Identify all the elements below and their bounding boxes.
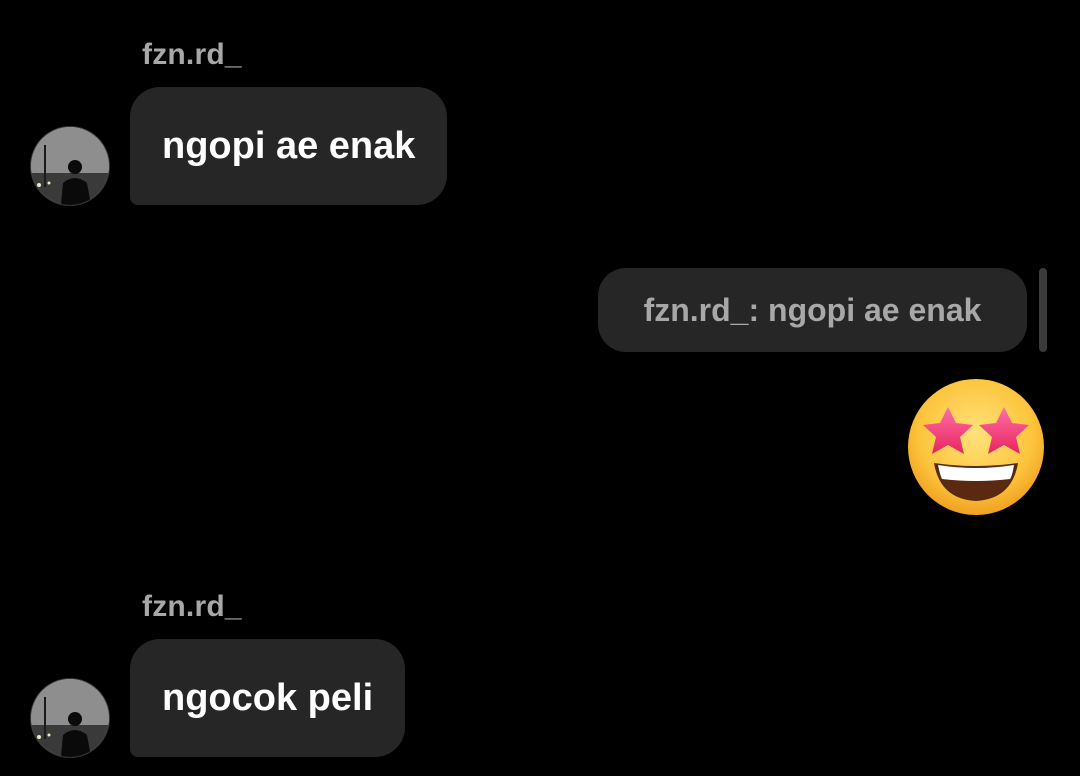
reply-indicator-bar — [1039, 268, 1047, 352]
sender-name: fzn.rd_ — [142, 590, 242, 623]
avatar-silhouette-icon — [31, 127, 109, 205]
message-bubble[interactable]: ngocok peli — [130, 639, 406, 757]
message-bubble[interactable]: ngopi ae enak — [130, 87, 448, 205]
avatar[interactable] — [31, 679, 109, 757]
avatar-silhouette-icon — [31, 679, 109, 757]
chat-thread: fzn.rd_ ngopi ae enak fzn.rd_: ngopi ae … — [0, 0, 1080, 776]
avatar[interactable] — [31, 127, 109, 205]
star-struck-emoji-icon[interactable] — [906, 377, 1046, 517]
reply-preview-bubble[interactable]: fzn.rd_: ngopi ae enak — [598, 268, 1027, 352]
sender-name: fzn.rd_ — [142, 38, 242, 71]
